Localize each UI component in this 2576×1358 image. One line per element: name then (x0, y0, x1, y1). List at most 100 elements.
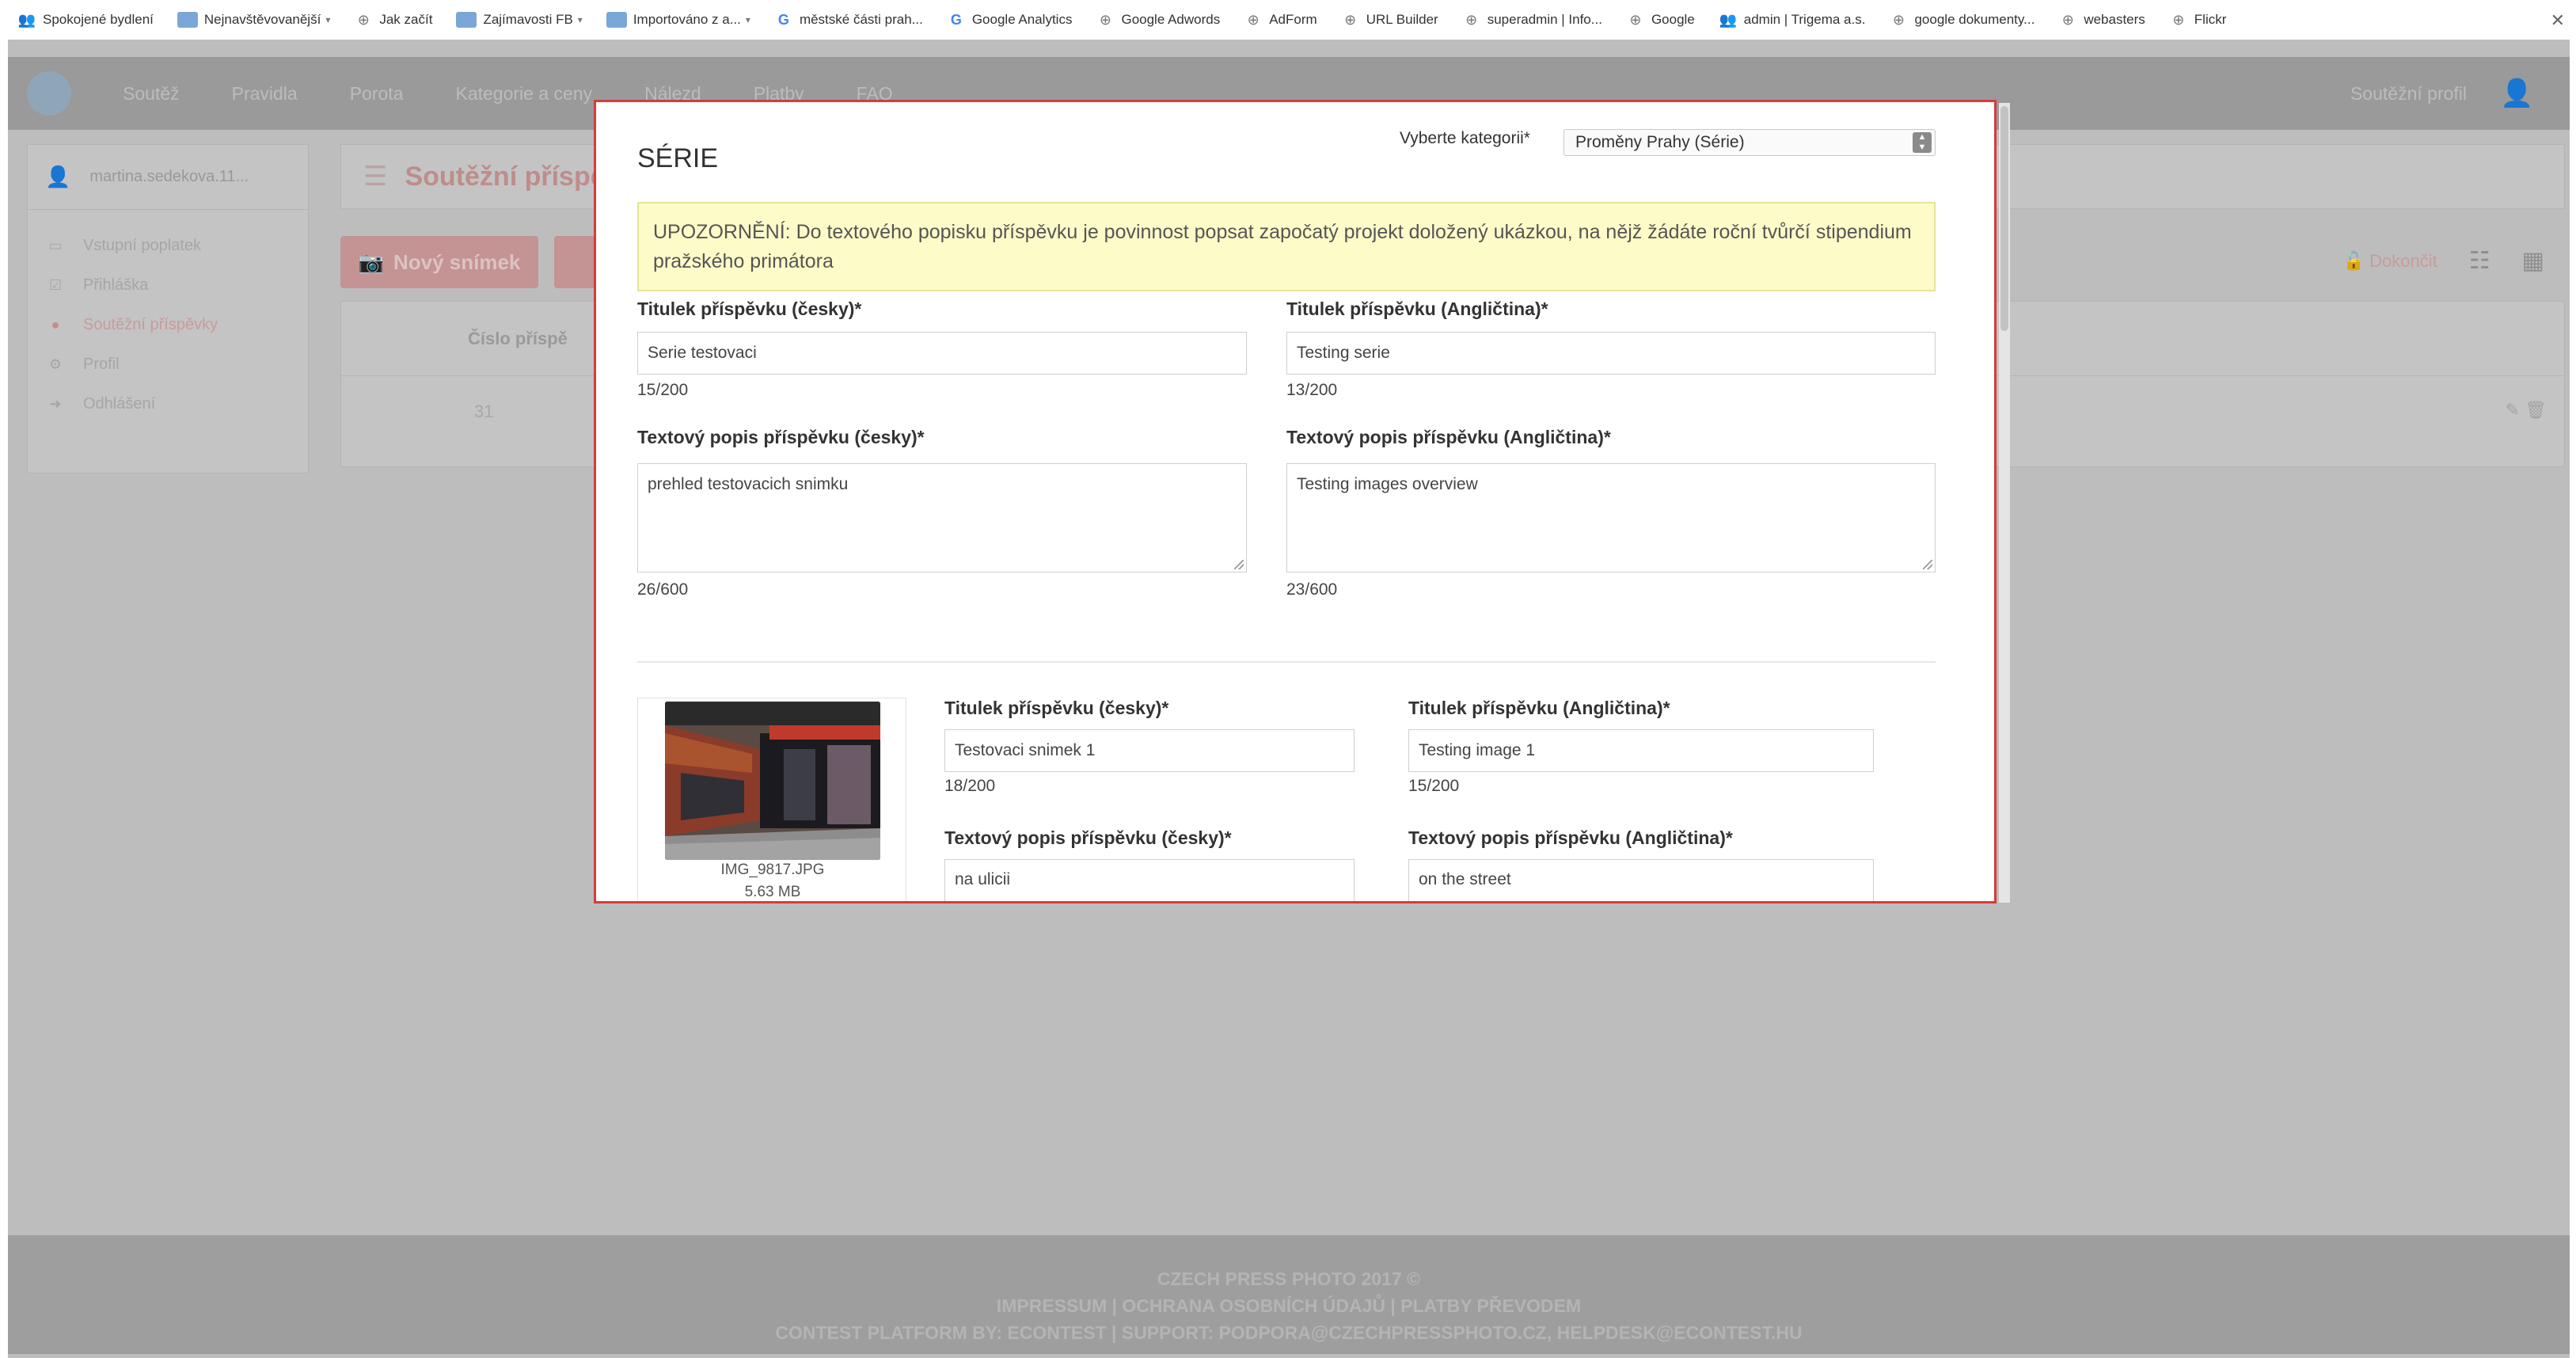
image-title-cz-input[interactable]: Testovaci snimek 1 (944, 729, 1354, 772)
row-actions: ✎ 🗑 (2506, 400, 2548, 420)
image-filesize: 5.63 MB (744, 884, 801, 900)
sidebar-item[interactable]: ● Soutěžní příspěvky (28, 305, 308, 344)
globe-icon: ⊕ (2061, 11, 2074, 28)
series-desc-cz-textarea[interactable]: prehled testovacich snimku (637, 463, 1247, 572)
globe-icon: ⊕ (1344, 11, 1357, 28)
scrollbar-thumb[interactable] (2000, 106, 2008, 331)
list-view-icon[interactable]: ☷ (2469, 247, 2491, 275)
user-icon[interactable]: 👤 (2500, 78, 2533, 109)
globe-icon: ⊕ (1099, 11, 1112, 28)
series-desc-cz-counter: 26/600 (637, 580, 689, 599)
series-title-cz-label: Titulek příspěvku (česky)* (637, 299, 862, 319)
series-title-cz-input[interactable]: Serie testovaci (637, 332, 1247, 375)
nav-item[interactable]: Kategorie a ceny (455, 83, 592, 105)
logout-icon: ➜ (49, 395, 62, 412)
bookmark-item[interactable]: Zajímavosti FB ▾ (456, 12, 583, 28)
logo[interactable] (27, 71, 71, 116)
bookmark-item[interactable]: 👥 admin | Trigema a.s. (1719, 10, 1866, 29)
image-desc-en-textarea[interactable]: on the street (1408, 859, 1874, 901)
footer-support[interactable]: CONTEST PLATFORM BY: ECONTEST | SUPPORT:… (8, 1319, 2570, 1346)
image-thumbnail (665, 702, 880, 860)
sidebar-item-label: Soutěžní příspěvky (83, 315, 218, 333)
bookmark-label: Google (1651, 12, 1695, 27)
bookmark-label: Flickr (2194, 12, 2227, 27)
grid-view-icon[interactable]: ▦ (2522, 247, 2544, 275)
toolbar-right: 🔓 Dokončit ☷ ▦ (2343, 247, 2544, 275)
bookmark-label: webasters (2084, 12, 2145, 27)
bookmark-label: Spokojené bydlení (43, 12, 154, 27)
sidebar-menu: ▭ Vstupní poplatek ☑ Přihláška ● Soutěžní pří… (28, 210, 308, 424)
folder-icon (606, 12, 627, 28)
bookmark-item[interactable]: ⊕ webasters (2058, 10, 2145, 29)
bookmark-label: superadmin | Info... (1487, 12, 1602, 27)
image-title-en-label: Titulek příspěvku (Angličtina)* (1408, 698, 1670, 718)
bookmark-label: městské části prah... (799, 12, 923, 27)
edit-icon[interactable]: ✎ (2506, 400, 2520, 420)
new-image-button[interactable]: 📷 Nový snímek (340, 236, 538, 288)
chevron-down-icon: ▾ (577, 14, 583, 25)
category-select[interactable]: Proměny Prahy (Série) ▲ ▼ (1563, 129, 1936, 156)
bookmark-item[interactable]: ⊕ superadmin | Info... (1462, 10, 1602, 29)
nav-profile-link[interactable]: Soutěžní profil (2350, 57, 2467, 130)
warning-alert: UPOZORNĚNÍ: Do textového popisku příspěv… (637, 202, 1936, 291)
nav-item[interactable]: Porota (350, 83, 404, 105)
close-icon[interactable]: ✕ (2551, 10, 2565, 31)
bookmark-item[interactable]: G Google Analytics (947, 10, 1073, 29)
sidebar-item-label: Vstupní poplatek (83, 236, 201, 254)
series-title-cz-counter: 15/200 (637, 381, 689, 399)
menu-icon: ☰ (363, 162, 388, 192)
image-title-en-counter: 15/200 (1408, 777, 1460, 795)
folder-icon (177, 12, 198, 28)
sidebar-item-label: Profil (83, 355, 120, 373)
image-title-cz-counter: 18/200 (944, 777, 996, 795)
bookmark-item[interactable]: Gměstské části prah... (774, 10, 923, 29)
select-arrows-icon: ▲ ▼ (1913, 132, 1932, 153)
bookmark-label: Zajímavosti FB (483, 12, 573, 27)
sidebar-user[interactable]: 👤 martina.sedekova.11... (28, 145, 308, 210)
modal-scrollbar[interactable] (1999, 103, 2010, 903)
image-filename: IMG_9817.JPG (720, 862, 825, 878)
bookmark-item[interactable]: ⊕ google dokumenty... (1889, 10, 2035, 29)
people-icon: 👥 (17, 11, 36, 28)
bookmark-item[interactable]: Importováno z a... ▾ (606, 12, 750, 28)
bookmark-label: Importováno z a... (633, 12, 741, 27)
nav-item[interactable]: Soutěž (123, 83, 180, 105)
series-title-en-input[interactable]: Testing serie (1286, 332, 1936, 375)
footer-links[interactable]: IMPRESSUM | OCHRANA OSOBNÍCH ÚDAJŮ | PLA… (8, 1292, 2570, 1319)
bookmark-item[interactable]: ⊕ Flickr (2169, 10, 2227, 29)
bookmark-item[interactable]: ⊕ Google Adwords (1096, 10, 1220, 29)
bookmark-item[interactable]: ⊕ URL Builder (1341, 10, 1438, 29)
bookmark-label: admin | Trigema a.s. (1743, 12, 1866, 27)
new-image-label: Nový snímek (393, 249, 521, 274)
sidebar: 👤 martina.sedekova.11... ▭ Vstupní poplat… (27, 144, 309, 474)
camera-icon: ● (51, 316, 60, 333)
user-icon: 👤 (45, 165, 71, 188)
series-desc-en-textarea[interactable]: Testing images overview (1286, 463, 1936, 572)
sidebar-item[interactable]: ⚙ Profil (28, 344, 308, 384)
finish-button[interactable]: 🔓 Dokončit (2343, 251, 2437, 272)
series-desc-cz-label: Textový popis příspěvku (česky)* (637, 427, 925, 447)
sidebar-item[interactable]: ☑ Přihláška (28, 265, 308, 305)
bookmark-item[interactable]: ⊕ Jak začít (354, 10, 433, 29)
bookmark-item[interactable]: ⊕ Google (1626, 10, 1695, 29)
sidebar-item[interactable]: ▭ Vstupní poplatek (28, 226, 308, 265)
delete-icon[interactable]: 🗑 (2525, 400, 2547, 420)
row-number: 31 (474, 401, 494, 421)
bookmark-item[interactable]: Nejnavštěvovanější ▾ (177, 12, 330, 28)
bookmark-item[interactable]: ⊕ AdForm (1244, 10, 1317, 29)
modal-title: SÉRIE (637, 143, 719, 173)
bookmark-label: URL Builder (1366, 12, 1438, 27)
image-title-en-input[interactable]: Testing image 1 (1408, 729, 1874, 772)
page-title-text: Soutěžní příspě (405, 161, 606, 192)
series-title-en-label: Titulek příspěvku (Angličtina)* (1286, 299, 1548, 319)
sidebar-item[interactable]: ➜ Odhlášení (28, 384, 308, 424)
category-value: Proměny Prahy (Série) (1575, 133, 1745, 151)
nav-item[interactable]: Pravidla (232, 83, 298, 105)
footer: CZECH PRESS PHOTO 2017 © IMPRESSUM | OCH… (8, 1235, 2570, 1354)
series-desc-en-counter: 23/600 (1286, 580, 1338, 599)
sidebar-item-label: Přihláška (83, 276, 149, 294)
bookmark-item[interactable]: 👥 Spokojené bydlení (17, 10, 154, 29)
image-thumbnail-card[interactable]: IMG_9817.JPG 5.63 MB (637, 698, 906, 901)
sidebar-item-label: Odhlášení (83, 394, 156, 413)
image-desc-cz-textarea[interactable]: na ulicii (944, 859, 1354, 901)
